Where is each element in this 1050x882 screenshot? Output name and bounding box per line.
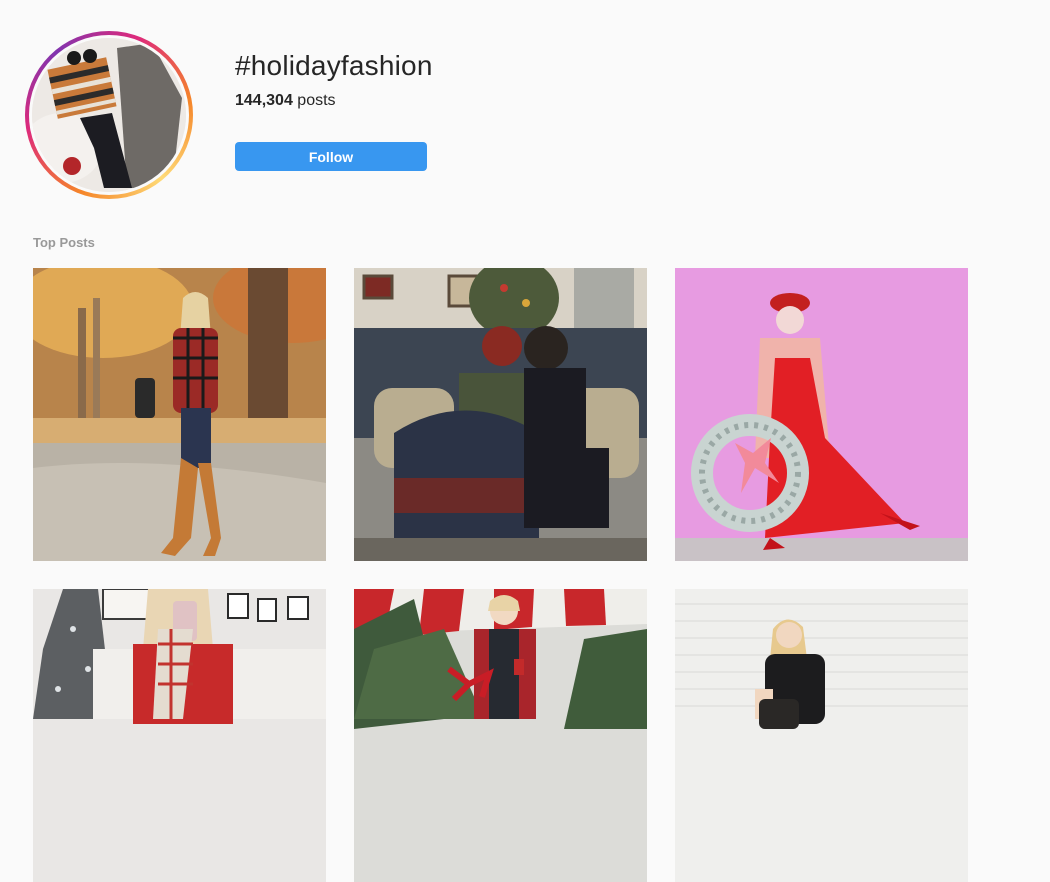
avatar-image bbox=[32, 38, 186, 192]
hashtag-avatar bbox=[25, 31, 193, 199]
photo-christmas-couple bbox=[354, 268, 647, 561]
post-thumbnail[interactable] bbox=[354, 589, 647, 882]
post-count-number: 144,304 bbox=[235, 92, 293, 109]
top-posts-label: Top Posts bbox=[33, 235, 95, 250]
post-count: 144,304 posts bbox=[235, 92, 336, 110]
photo-selfie-christmas-tree bbox=[33, 589, 326, 882]
photo-red-dress-wreath bbox=[675, 268, 968, 561]
post-thumbnail[interactable] bbox=[675, 589, 968, 882]
post-thumbnail[interactable] bbox=[675, 268, 968, 561]
follow-button[interactable]: Follow bbox=[235, 142, 427, 171]
photo-tree-lot bbox=[354, 589, 647, 882]
photo-white-brick bbox=[675, 589, 968, 882]
post-count-suffix: posts bbox=[292, 92, 336, 109]
photo-autumn-plaid bbox=[33, 268, 326, 561]
post-thumbnail[interactable] bbox=[33, 268, 326, 561]
post-thumbnail[interactable] bbox=[354, 268, 647, 561]
post-thumbnail[interactable] bbox=[33, 589, 326, 882]
hashtag-title: #holidayfashion bbox=[235, 50, 433, 81]
